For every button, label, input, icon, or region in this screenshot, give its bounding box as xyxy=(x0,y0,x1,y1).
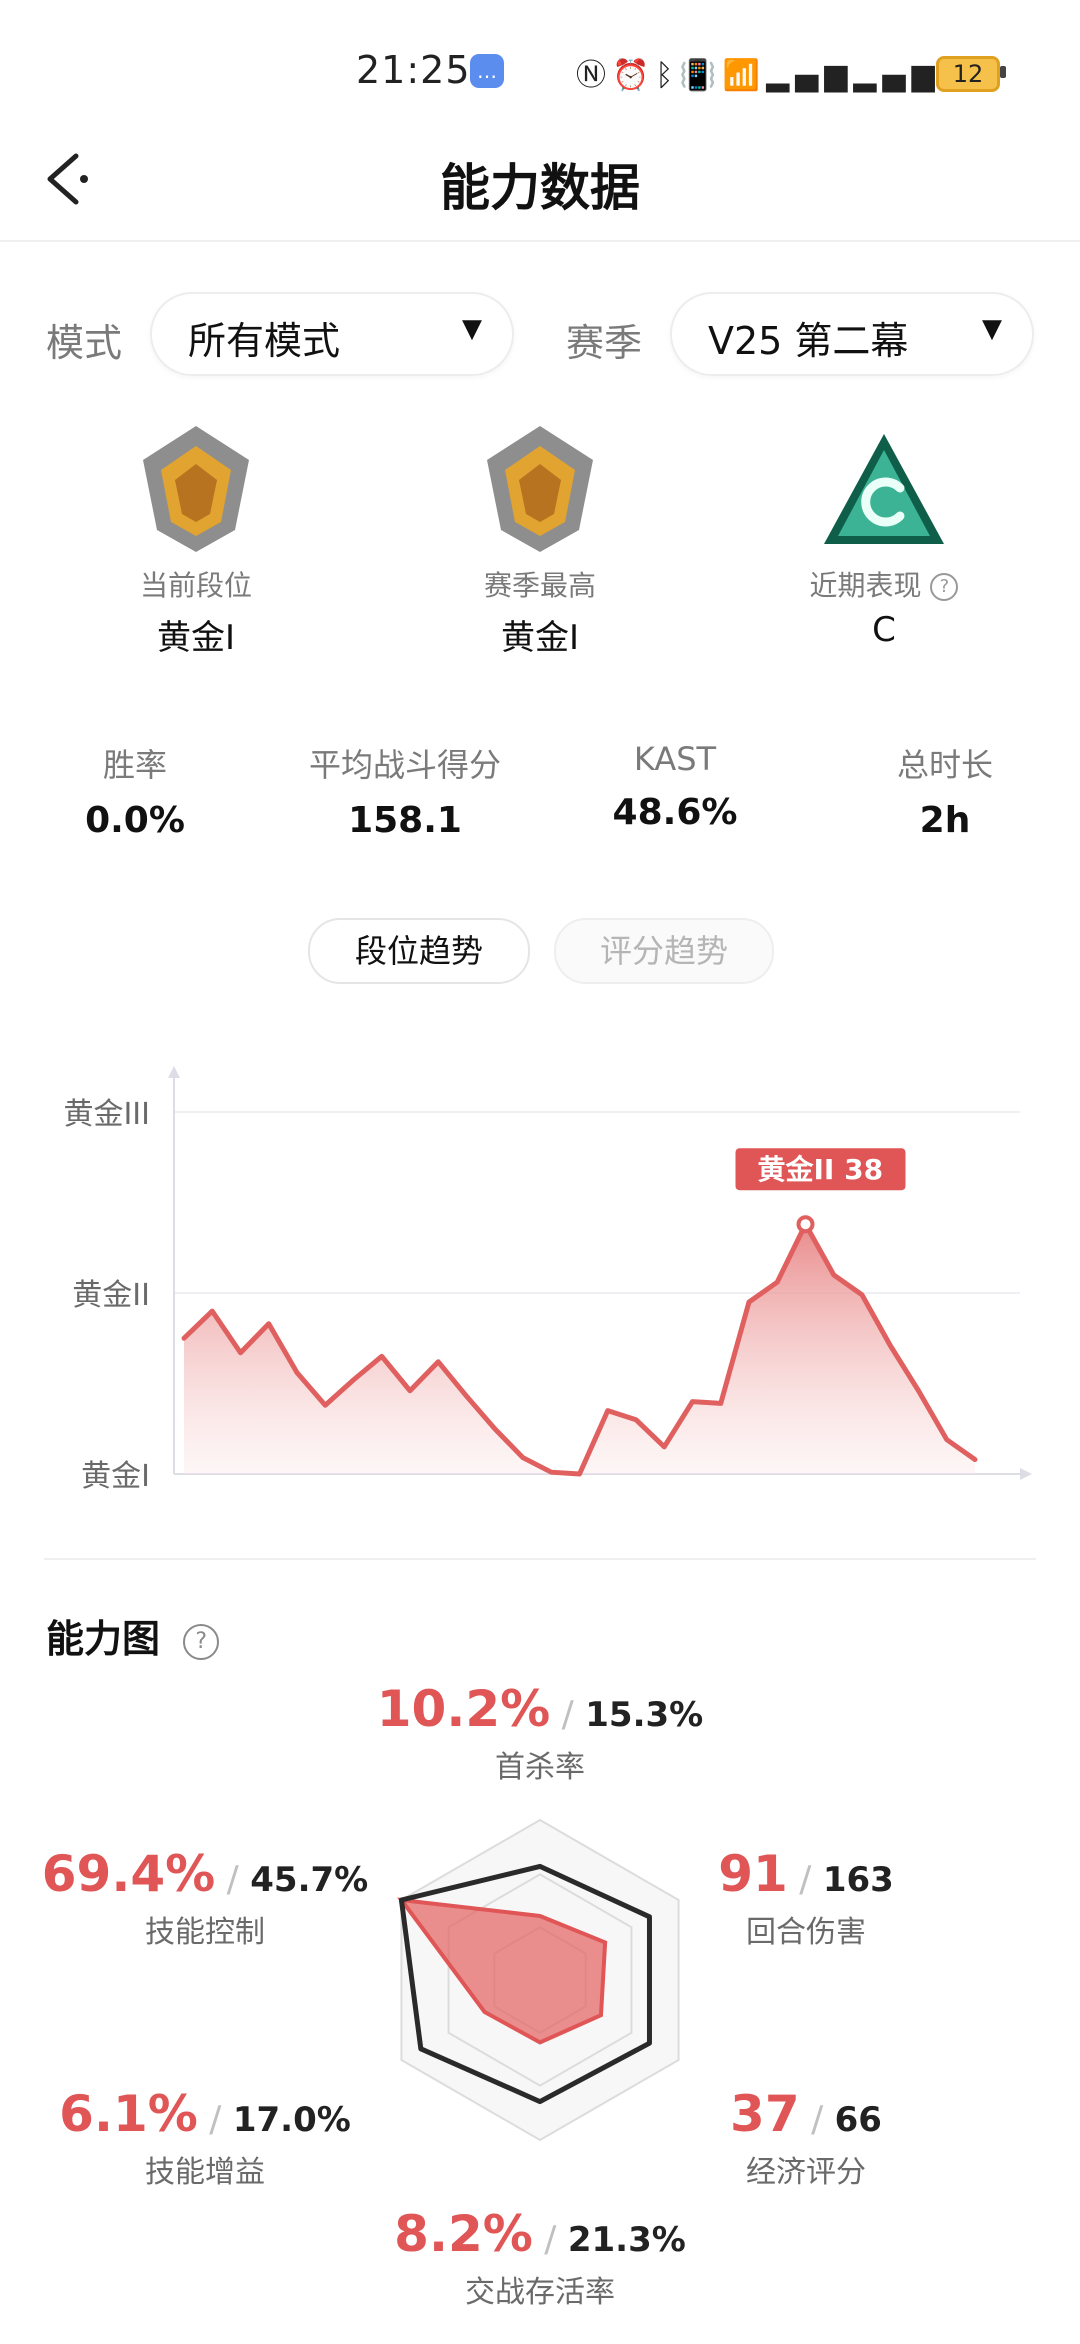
metric-separator: / xyxy=(550,1694,586,1735)
chart-y-axis-arrow xyxy=(168,1066,180,1078)
stat-value: 0.0% xyxy=(85,800,185,841)
metric-value: 6.1% xyxy=(59,2085,198,2143)
stat-kast: KAST 48.6% xyxy=(540,740,810,833)
metric-first-kill: 10.2% / 15.3% 首杀率 xyxy=(340,1680,740,1786)
recent-performance[interactable]: 近期表现 ? C xyxy=(734,420,1034,650)
performance-grade-icon xyxy=(824,434,944,544)
chat-notification-icon: … xyxy=(470,54,504,88)
metric-average: 163 xyxy=(822,1860,894,1900)
metric-value: 37 xyxy=(730,2085,800,2143)
help-circle-icon[interactable]: ? xyxy=(183,1623,220,1660)
recent-performance-label: 近期表现 ? xyxy=(734,564,1034,604)
stat-win-rate: 胜率 0.0% xyxy=(0,740,270,841)
metric-average: 15.3% xyxy=(585,1695,704,1735)
metric-survival: 8.2% / 21.3% 交战存活率 xyxy=(340,2205,740,2311)
ability-radar-chart xyxy=(397,1818,680,2142)
tab-rank-trend[interactable]: 段位趋势 xyxy=(308,918,530,984)
stat-value: 158.1 xyxy=(348,800,462,841)
metric-separator: / xyxy=(787,1859,823,1900)
chart-y-tick-label: 黄金I xyxy=(81,1459,150,1494)
chart-y-tick-labels: 黄金I 黄金II 黄金III xyxy=(63,1097,150,1494)
chart-area-fill xyxy=(184,1224,975,1474)
metric-value: 91 xyxy=(718,1845,788,1903)
section-divider xyxy=(44,1558,1036,1560)
metric-label: 经济评分 xyxy=(746,2155,866,2190)
wifi-icon: 📶 xyxy=(722,58,767,93)
metric-label: 技能控制 xyxy=(145,1915,265,1950)
current-rank: 当前段位 黄金I xyxy=(46,420,346,659)
ability-title-text: 能力图 xyxy=(46,1617,161,1661)
stat-value: 48.6% xyxy=(612,792,738,833)
season-select-value: V25 第二幕 xyxy=(708,319,909,363)
vibrate-icon: 📳 xyxy=(679,58,723,93)
metric-separator: / xyxy=(532,2219,568,2260)
metric-label: 技能增益 xyxy=(145,2155,265,2190)
chart-highlight-point[interactable] xyxy=(796,1215,815,1234)
metric-skill-gain: 6.1% / 17.0% 技能增益 xyxy=(40,2085,370,2191)
alarm-icon: ⏰ xyxy=(612,58,656,93)
current-rank-value: 黄金I xyxy=(156,618,236,658)
tab-score-trend[interactable]: 评分趋势 xyxy=(554,918,774,984)
metric-value: 10.2% xyxy=(376,1680,551,1738)
current-rank-label: 当前段位 xyxy=(139,569,252,602)
metric-label: 首杀率 xyxy=(495,1750,585,1785)
season-best-value: 黄金I xyxy=(500,618,580,658)
metric-economy: 37 / 66 经济评分 xyxy=(706,2085,906,2191)
help-circle-icon[interactable]: ? xyxy=(930,573,959,601)
metric-separator: / xyxy=(215,1859,251,1900)
metric-label: 交战存活率 xyxy=(465,2275,615,2310)
signal-4g-icon: ▂▄▆ xyxy=(766,58,854,93)
metric-average: 21.3% xyxy=(567,2220,686,2260)
mode-select-value: 所有模式 xyxy=(188,319,341,363)
battery-icon: 12 xyxy=(936,56,1000,92)
metric-separator: / xyxy=(197,2099,233,2140)
metric-round-damage: 91 / 163 回合伤害 xyxy=(706,1845,906,1951)
metric-separator: / xyxy=(799,2099,835,2140)
stat-value: 2h xyxy=(919,800,971,841)
chart-y-tick-label: 黄金II xyxy=(72,1278,150,1313)
chart-x-axis-arrow xyxy=(1020,1468,1032,1480)
battery-tip xyxy=(1000,66,1006,78)
chart-highlight-label: 黄金II 38 xyxy=(758,1153,884,1186)
season-best-label: 赛季最高 xyxy=(483,569,596,602)
metric-average: 17.0% xyxy=(232,2100,351,2140)
metric-skill-control: 69.4% / 45.7% 技能控制 xyxy=(40,1845,370,1951)
metric-value: 8.2% xyxy=(394,2205,533,2263)
rank-trend-chart: 黄金I 黄金II 黄金III 黄金II 38 xyxy=(63,1066,1032,1494)
gold-rank-badge-icon xyxy=(143,426,249,552)
metric-value: 69.4% xyxy=(41,1845,216,1903)
ability-section-title: 能力图 ? xyxy=(46,1608,220,1663)
mode-label: 模式 xyxy=(46,321,123,365)
bluetooth-icon: ᛒ xyxy=(655,58,680,93)
metric-label: 回合伤害 xyxy=(746,1915,866,1950)
chevron-down-icon: ▼ xyxy=(462,314,482,344)
season-label: 赛季 xyxy=(566,321,643,365)
status-icons: Ⓝ⏰ᛒ📳📶▂▄▆▂▄▆ xyxy=(576,50,941,94)
recent-performance-label-text: 近期表现 xyxy=(809,569,922,602)
stat-label: 总时长 xyxy=(896,746,993,784)
page-title: 能力数据 xyxy=(440,159,640,217)
metric-average: 66 xyxy=(834,2100,882,2140)
stat-total-time: 总时长 2h xyxy=(810,740,1080,841)
recent-performance-value: C xyxy=(872,610,896,650)
header-divider xyxy=(0,240,1080,242)
status-time: 21:25 xyxy=(356,48,471,92)
chart-gridlines xyxy=(174,1111,1020,1294)
signal-5g-icon: ▂▄▆ xyxy=(853,58,941,93)
stat-label: 胜率 xyxy=(102,746,167,784)
season-best-rank: 赛季最高 黄金I xyxy=(390,420,690,659)
chart-highlight[interactable]: 黄金II 38 xyxy=(735,1148,906,1234)
gold-rank-badge-icon xyxy=(487,426,593,552)
metric-average: 45.7% xyxy=(250,1860,369,1900)
chevron-down-icon: ▼ xyxy=(982,314,1002,344)
mode-select[interactable]: 所有模式 ▼ xyxy=(150,292,514,376)
nfc-icon: Ⓝ xyxy=(576,58,612,93)
stat-label: KAST xyxy=(633,740,717,778)
season-select[interactable]: V25 第二幕 ▼ xyxy=(670,292,1034,376)
chart-y-tick-label: 黄金III xyxy=(63,1097,150,1132)
stat-label: 平均战斗得分 xyxy=(308,746,501,784)
stat-avg-combat-score: 平均战斗得分 158.1 xyxy=(270,740,540,841)
